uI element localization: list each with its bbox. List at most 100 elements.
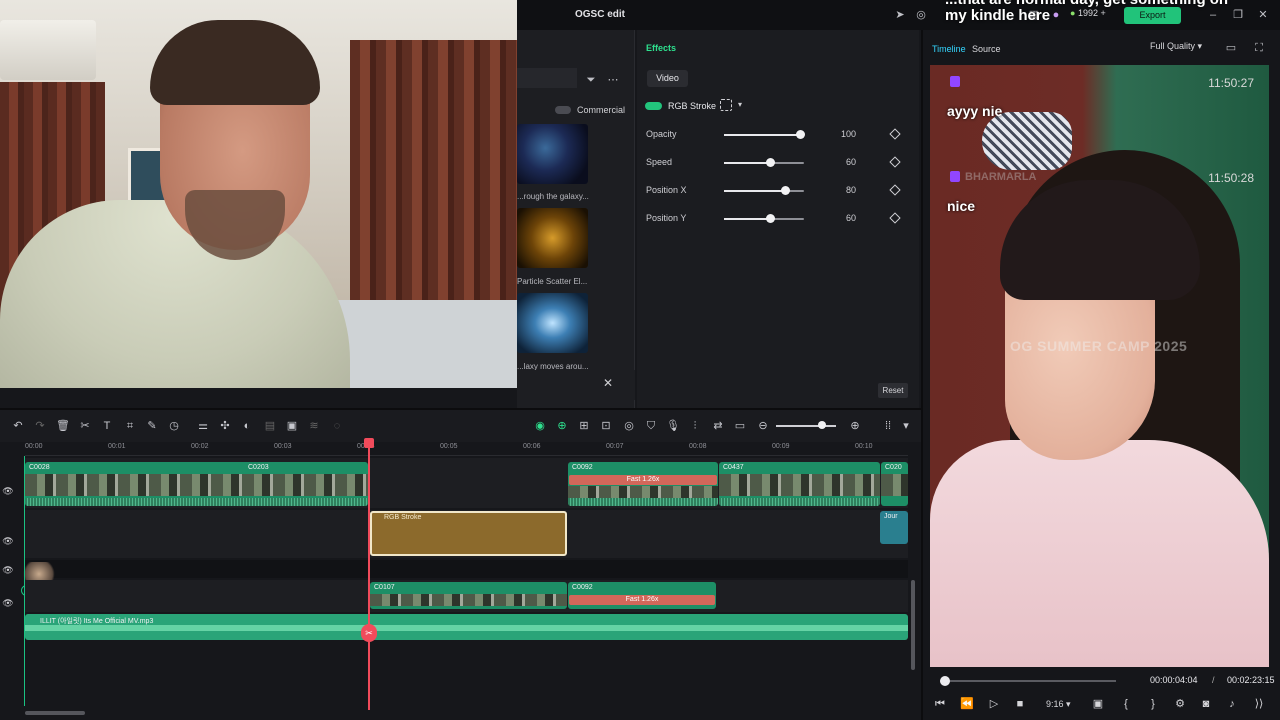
fullscreen-icon[interactable]: ⛶ [1252,41,1266,55]
chevron-down-icon[interactable]: ▾ [738,100,742,109]
filter-icon[interactable]: ⏷ [584,73,598,87]
eye-icon[interactable]: 👁 [2,486,14,498]
redo-icon[interactable]: ↷ [33,419,47,433]
color-icon[interactable]: ◐ [240,419,254,433]
vertical-scrollbar[interactable] [911,580,915,670]
aspect-ratio-select[interactable]: 9:16 ▾ [1046,699,1071,710]
render-icon[interactable]: ⊡ [599,419,613,433]
slider-fill [724,162,770,164]
param-value[interactable]: 60 [832,157,856,167]
clip-name: C020 [885,464,902,471]
rgb-stroke-toggle[interactable] [645,102,662,110]
playhead[interactable] [368,442,370,710]
eye-icon[interactable]: 👁 [2,565,14,577]
subtitle-icon[interactable]: ▭ [733,419,747,433]
expand-icon[interactable]: ⟩⟩ [1251,697,1267,711]
timeline-start-marker [24,456,25,706]
chat-message: ayyy nie [947,103,1003,119]
title-clip[interactable]: Jour [880,511,908,544]
mixer-icon[interactable]: ⫶ [688,419,702,433]
horizontal-scrollbar[interactable] [25,711,85,715]
tab-timeline[interactable]: Timeline [932,44,966,54]
param-slider[interactable] [724,186,804,195]
group-icon[interactable]: ▤ [263,419,277,433]
undo-icon[interactable]: ↶ [11,419,25,433]
effect-thumbnail-galaxy-moves[interactable] [517,293,588,353]
playback-scrubber[interactable] [940,680,1116,682]
video-clip[interactable]: C0107 [370,582,567,609]
mask-icon[interactable] [720,99,732,111]
snapshot-icon[interactable]: ▭ [1224,41,1238,55]
commercial-toggle[interactable] [555,106,571,114]
shield-icon[interactable]: ⛉ [644,419,658,433]
layout-icon[interactable]: ⁞⁞ [881,419,895,433]
slider-knob[interactable] [796,130,805,139]
quality-select[interactable]: Full Quality ▾ [1150,41,1202,52]
pen-icon[interactable]: ✎ [145,419,159,433]
close-window-icon[interactable]: ✕ [1256,8,1270,22]
video-clip[interactable]: C0028 [25,462,368,506]
param-value[interactable]: 80 [832,185,856,195]
tab-source[interactable]: Source [972,44,1001,54]
stop-icon[interactable]: ■ [1012,697,1028,711]
mark-out-icon[interactable]: } [1145,697,1161,711]
step-back-icon[interactable]: ⏪ [959,697,975,711]
export-frame-icon[interactable]: ▣ [1090,697,1106,711]
video-clip[interactable]: C020 [881,462,908,506]
play-icon[interactable]: ▷ [986,697,1002,711]
motion-icon[interactable]: ◎ [622,419,636,433]
more-icon[interactable]: ⋯ [606,73,620,87]
mask-tool-icon[interactable]: ◌ [330,419,344,433]
param-slider[interactable] [724,130,805,139]
effect-thumbnail-particle[interactable] [517,208,588,268]
volume-icon[interactable]: ♪ [1224,697,1240,711]
slider-knob[interactable] [765,214,775,223]
mic-icon[interactable]: 🎙 [666,419,680,433]
param-slider[interactable] [724,158,804,167]
video-clip[interactable]: C0437 [719,462,880,506]
zoom-slider-knob[interactable] [818,421,826,429]
send-icon[interactable]: ➤ [893,8,907,22]
param-value[interactable]: 60 [832,213,856,223]
eye-icon[interactable]: 👁 [2,536,14,548]
ai-icon[interactable]: ✣ [218,419,232,433]
reset-button[interactable]: Reset [878,383,908,398]
trash-icon[interactable]: 🗑 [56,419,70,433]
scissors-icon[interactable]: ✂ [78,419,92,433]
chevron-down-icon[interactable]: ▾ [899,419,913,433]
headset-icon[interactable]: ◎ [914,8,928,22]
settings-icon[interactable]: ⚙ [1172,697,1188,711]
media-search-input[interactable] [517,68,577,88]
stabilize-icon[interactable]: ≋ [307,419,321,433]
zoom-out-icon[interactable]: ⊖ [756,419,770,433]
slider-knob[interactable] [765,158,775,167]
effect-caption: ...rough the galaxy... [517,192,589,201]
clip-waveform [719,498,880,506]
slider-fill [724,190,785,192]
close-icon[interactable]: ✕ [603,376,617,390]
tab-video[interactable]: Video [647,70,688,87]
timer-icon[interactable]: ◷ [167,419,181,433]
effect-thumbnail-galaxy[interactable] [517,124,588,184]
param-slider[interactable] [724,214,804,223]
zoom-in-icon[interactable]: ⊕ [848,419,862,433]
record-icon[interactable]: ⊞ [577,419,591,433]
param-value[interactable]: 100 [832,129,856,139]
text-icon[interactable]: T [100,419,114,433]
camera-icon[interactable]: ◙ [1198,697,1214,711]
ai-tool-icon[interactable]: ◉ [533,419,547,433]
slider-knob[interactable] [780,186,790,195]
mark-in-icon[interactable]: { [1118,697,1134,711]
zoom-slider[interactable] [776,425,836,427]
crop-icon[interactable]: ⌗ [123,419,137,433]
playhead-handle[interactable] [364,438,374,448]
webcam-overlay [0,0,517,388]
clip-name: C0107 [374,584,395,591]
freeze-icon[interactable]: ▣ [285,419,299,433]
adjust-icon[interactable]: ⚌ [196,419,210,433]
eye-icon[interactable]: 👁 [2,598,14,610]
replace-icon[interactable]: ⇄ [711,419,725,433]
prev-frame-icon[interactable]: ⏮ [932,697,948,711]
split-marker-icon[interactable]: ✂ [361,624,377,642]
magnet-icon[interactable]: ⊕ [555,419,569,433]
